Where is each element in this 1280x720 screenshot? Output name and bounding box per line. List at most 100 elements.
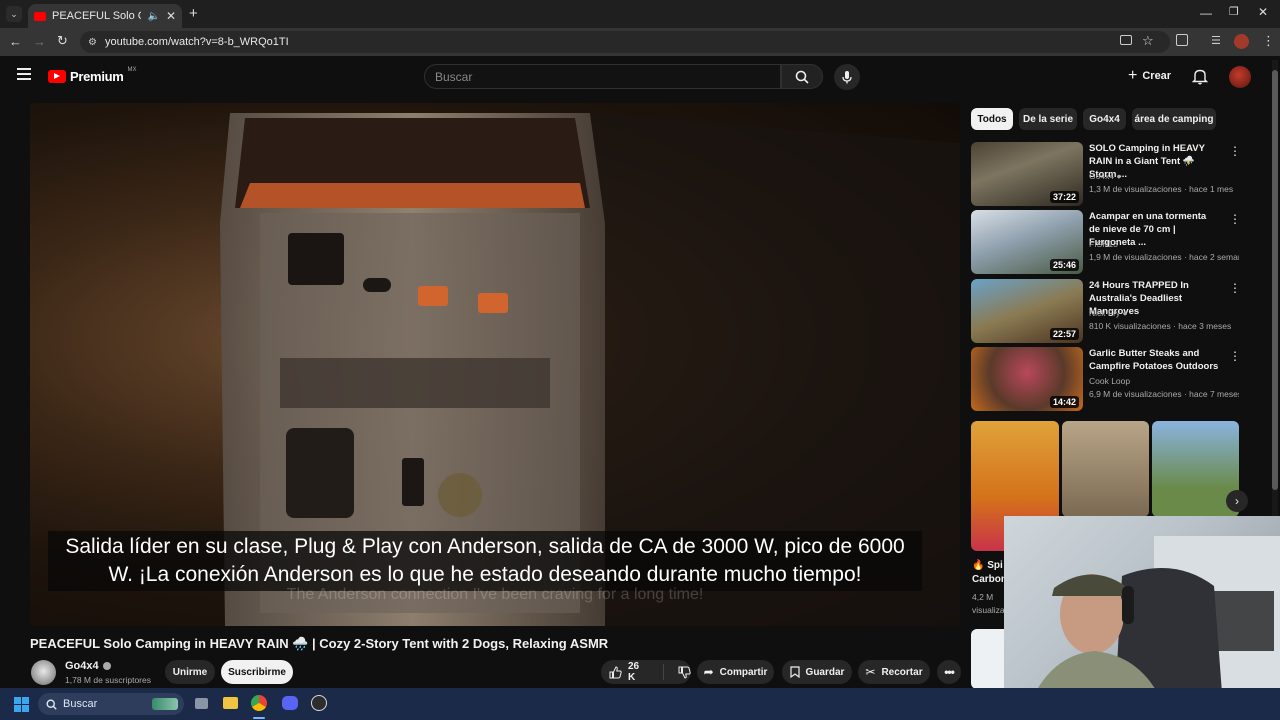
address-bar[interactable]: ⚙ youtube.com/watch?v=8-b_WRQo1TI [80, 31, 1170, 53]
short-title-text: Spi [987, 560, 1003, 571]
youtube-logo[interactable]: Premium MX [48, 67, 137, 84]
video-player[interactable]: Salida líder en su clase, Plug & Play co… [30, 103, 960, 626]
share-button[interactable]: ➦ Compartir [697, 660, 774, 684]
chevron-down-icon: ⌄ [10, 8, 18, 19]
reload-icon[interactable]: ↻ [57, 33, 68, 49]
more-vertical-icon[interactable]: ⋮ [1229, 281, 1241, 295]
extensions-icon[interactable] [1176, 34, 1188, 46]
chip-series[interactable]: De la serie [1019, 108, 1077, 130]
youtube-play-logo-icon [48, 70, 66, 83]
recommendation-item[interactable]: 25:46 Acampar en una tormenta de nieve d… [971, 210, 1271, 274]
recommendation-item[interactable]: 14:42 Garlic Butter Steaks and Campfire … [971, 347, 1271, 411]
like-button[interactable]: 26 K [609, 661, 649, 683]
url-text: youtube.com/watch?v=8-b_WRQo1TI [104, 36, 289, 48]
short-thumbnail[interactable] [1062, 421, 1149, 517]
scrollbar-thumb[interactable] [1272, 70, 1278, 490]
more-vertical-icon[interactable]: ⋮ [1229, 349, 1241, 363]
chip-channel[interactable]: Go4x4 [1083, 108, 1126, 130]
profile-avatar[interactable] [1234, 34, 1249, 49]
short-views-text: 4,2 M [972, 592, 994, 602]
recommendation-channel: FISH13 [1089, 239, 1118, 249]
more-vertical-icon[interactable]: ⋮ [1229, 212, 1241, 226]
recommendation-channel: Cook Loop [1089, 376, 1131, 386]
recommendation-channel: Go4x4 ● [1089, 171, 1122, 181]
chip-all[interactable]: Todos [971, 108, 1013, 130]
recommendation-meta: 810 K visualizaciones · hace 3 meses [1089, 321, 1232, 331]
clip-button[interactable]: ✂ Recortar [858, 660, 930, 684]
restore-icon[interactable]: ❐ [1229, 5, 1239, 18]
windows-taskbar: Buscar [0, 688, 1280, 720]
recommendation-meta: 1,9 M de visualizaciones · hace 2 seman.… [1089, 252, 1239, 262]
browser-toolbar: ← → ↻ ⚙ youtube.com/watch?v=8-b_WRQo1TI … [0, 28, 1280, 56]
channel-avatar[interactable] [1229, 66, 1251, 88]
microphone-icon [842, 71, 852, 84]
tab-search-button[interactable]: ⌄ [6, 6, 22, 22]
short-views-text-line2: visualiza [972, 605, 1005, 615]
caption-text: Salida líder en su clase, Plug & Play co… [65, 535, 905, 586]
recommendation-thumbnail[interactable]: 37:22 [971, 142, 1083, 206]
back-icon[interactable]: ← [9, 34, 22, 49]
search-button[interactable] [781, 64, 823, 89]
windows-start-icon[interactable] [14, 697, 29, 712]
site-info-icon[interactable]: ⚙ [88, 37, 97, 48]
recommendation-meta: 1,3 M de visualizaciones · hace 1 mes [1089, 184, 1234, 194]
verified-icon: ● [1116, 171, 1122, 181]
chip-camping[interactable]: área de camping [1132, 108, 1216, 130]
task-view-icon[interactable] [195, 698, 208, 709]
thumbs-down-icon[interactable] [678, 666, 691, 679]
cast-icon[interactable] [1120, 35, 1132, 45]
recommendation-thumbnail[interactable]: 25:46 [971, 210, 1083, 274]
verified-icon: ● [1122, 308, 1128, 318]
channel-name-text: Go4x4 [65, 660, 99, 672]
forward-icon[interactable]: → [33, 34, 46, 49]
video-duration: 37:22 [1049, 191, 1079, 203]
bookmark-star-icon[interactable]: ☆ [1142, 33, 1154, 49]
voice-search-button[interactable] [834, 64, 860, 90]
search-placeholder: Buscar [435, 69, 473, 84]
more-actions-button[interactable]: ••• [937, 660, 961, 684]
new-tab-icon[interactable]: + [189, 5, 198, 22]
recommendation-channel-name: Nick Fry [1089, 308, 1121, 318]
recommendation-thumbnail[interactable]: 14:42 [971, 347, 1083, 411]
close-window-icon[interactable]: ✕ [1258, 5, 1268, 19]
obs-icon[interactable] [311, 695, 327, 711]
shorts-next-button[interactable]: › [1226, 490, 1248, 512]
scissors-icon: ✂ [865, 665, 876, 679]
recommendation-meta: 6,9 M de visualizaciones · hace 7 meses [1089, 389, 1239, 399]
speaker-icon[interactable]: 🔈 [147, 11, 159, 22]
taskbar-search-label: Buscar [63, 698, 98, 710]
tab-close-icon[interactable]: ✕ [166, 9, 176, 23]
save-button[interactable]: Guardar [782, 660, 852, 684]
tab-active[interactable]: PEACEFUL Solo Camping in HEAVY RAIN 🔈 ✕ [28, 4, 182, 28]
chrome-icon[interactable] [251, 695, 267, 711]
recommendation-channel: Nick Fry ● [1089, 308, 1128, 318]
channel-avatar-small[interactable] [31, 660, 56, 685]
file-explorer-icon[interactable] [223, 697, 238, 709]
subscribe-button[interactable]: Suscribirme [221, 660, 293, 684]
reading-list-icon[interactable]: ☰ [1211, 34, 1221, 47]
search-input[interactable]: Buscar [424, 64, 781, 89]
minimize-icon[interactable]: — [1200, 6, 1212, 20]
taskbar-search[interactable]: Buscar [38, 693, 184, 715]
discord-icon[interactable] [282, 696, 298, 710]
short-views: 4,2 M visualiza [972, 591, 1005, 617]
create-button[interactable]: + Crear [1128, 67, 1171, 85]
video-title: PEACEFUL Solo Camping in HEAVY RAIN 🌧️ |… [30, 636, 609, 651]
notifications-bell-icon[interactable] [1192, 68, 1208, 85]
recommendation-channel-name: Go4x4 [1089, 171, 1115, 181]
channel-name[interactable]: Go4x4 [65, 660, 111, 672]
short-thumbnail[interactable] [971, 629, 1005, 689]
chip-label: Todos [977, 113, 1007, 125]
like-dislike-group: 26 K [601, 660, 691, 684]
bookmark-icon [789, 666, 800, 678]
recommendation-item[interactable]: 37:22 SOLO Camping in HEAVY RAIN in a Gi… [971, 142, 1271, 206]
join-button[interactable]: Unirme [165, 660, 215, 684]
more-vertical-icon[interactable]: ⋮ [1229, 144, 1241, 158]
recommendation-thumbnail[interactable]: 22:57 [971, 279, 1083, 343]
short-title-text-line2: Carbon [972, 574, 1007, 585]
hamburger-menu-icon[interactable] [17, 68, 31, 80]
search-highlight-icon [152, 698, 178, 710]
browser-menu-icon[interactable]: ⋮ [1262, 33, 1275, 49]
browser-tab-bar: ⌄ PEACEFUL Solo Camping in HEAVY RAIN 🔈 … [0, 0, 1280, 28]
recommendation-item[interactable]: 22:57 24 Hours TRAPPED In Australia's De… [971, 279, 1271, 343]
